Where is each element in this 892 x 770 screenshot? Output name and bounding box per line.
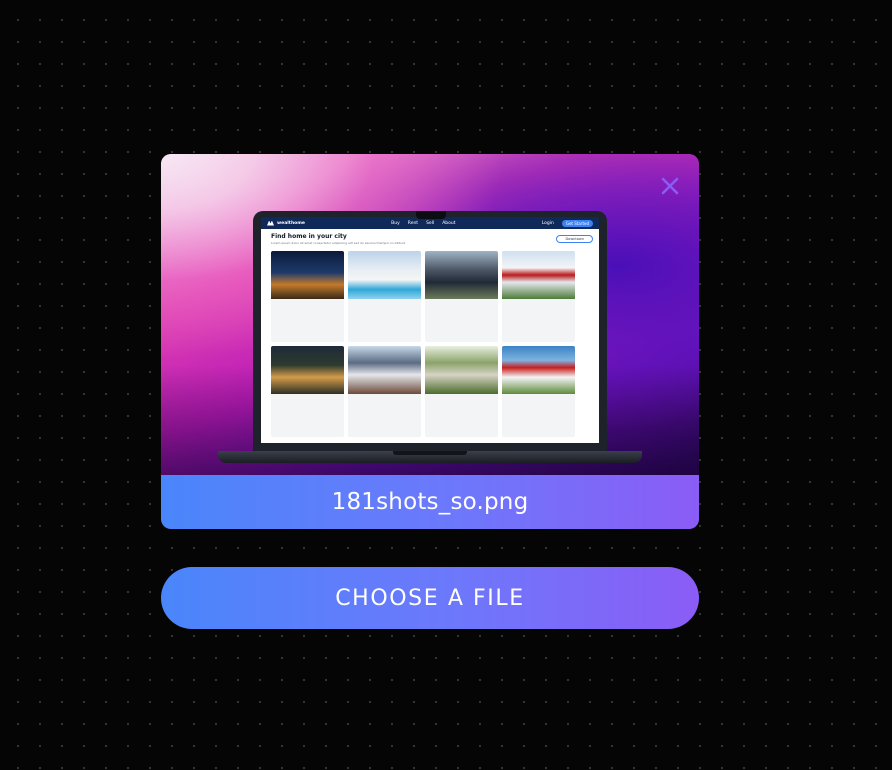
file-name-bar: 181shots_so.png	[161, 475, 699, 529]
mini-hero-title: Find home in your city	[271, 233, 347, 240]
listing-photo	[348, 251, 421, 299]
listing-photo	[502, 346, 575, 394]
listing-card	[502, 251, 575, 342]
laptop-mockup: wealthome Buy Rent Sell About Login Get …	[253, 211, 607, 451]
file-preview-image: wealthome Buy Rent Sell About Login Get …	[161, 154, 699, 475]
listing-photo	[425, 251, 498, 299]
mini-nav-item: Buy	[391, 220, 400, 226]
listing-card	[271, 346, 344, 437]
mini-search: Downtown	[556, 235, 593, 243]
listing-card	[425, 251, 498, 342]
mini-cta: Get Started	[561, 219, 594, 227]
mini-site-hero: Find home in your city Lorem ipsum dolor…	[261, 229, 599, 245]
upload-preview-card: wealthome Buy Rent Sell About Login Get …	[161, 154, 699, 529]
listing-card	[425, 346, 498, 437]
listing-card	[502, 346, 575, 437]
listing-photo	[271, 251, 344, 299]
close-icon	[661, 177, 679, 195]
mini-hero-subtitle: Lorem ipsum dolor sit amet consectetur a…	[271, 241, 406, 245]
laptop-base	[218, 451, 642, 463]
choose-file-button[interactable]: CHOOSE A FILE	[161, 567, 699, 629]
mini-site-brand: wealthome	[277, 220, 305, 226]
file-name: 181shots_so.png	[331, 489, 529, 515]
listing-card	[348, 251, 421, 342]
listing-photo	[502, 251, 575, 299]
choose-file-label: CHOOSE A FILE	[335, 585, 525, 611]
laptop-notch	[416, 211, 446, 219]
close-button[interactable]	[658, 174, 682, 198]
logo-mark-icon	[267, 220, 274, 226]
listing-photo	[348, 346, 421, 394]
laptop-lip	[393, 451, 467, 455]
mini-nav-item: About	[442, 220, 456, 226]
mini-login: Login	[541, 220, 554, 226]
mini-nav-item: Sell	[426, 220, 435, 226]
mini-listing-grid	[261, 245, 599, 437]
listing-photo	[425, 346, 498, 394]
laptop-screen: wealthome Buy Rent Sell About Login Get …	[261, 217, 599, 443]
mini-site-logo: wealthome	[267, 220, 305, 226]
listing-card	[348, 346, 421, 437]
mini-nav-item: Rent	[407, 220, 419, 226]
listing-card	[271, 251, 344, 342]
listing-photo	[271, 346, 344, 394]
